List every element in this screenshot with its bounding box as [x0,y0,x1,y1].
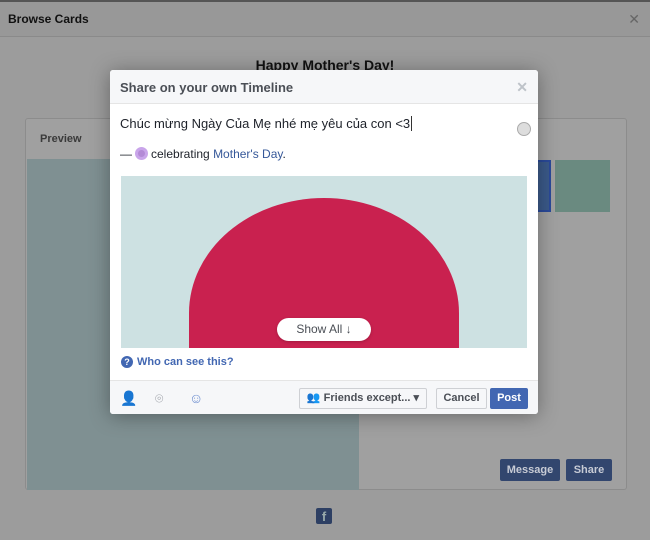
post-text-input[interactable]: Chúc mừng Ngày Của Mẹ nhé mẹ yêu của con… [120,116,413,131]
browse-cards-header: Browse Cards ✕ [0,0,650,37]
close-icon[interactable]: ✕ [516,79,528,96]
flower-icon [135,147,148,160]
who-can-see-text: Who can see this? [137,356,234,368]
card-thumbnail[interactable] [555,160,610,212]
share-dialog: Share on your own Timeline ✕ Chúc mừng N… [110,70,538,414]
preview-label: Preview [40,133,82,145]
close-icon[interactable]: ✕ [628,11,640,28]
post-button[interactable]: Post [490,388,528,409]
audience-label: Friends except... [323,392,411,404]
location-pin-icon[interactable]: ⌾ [155,390,163,407]
dialog-footer: 👤 ⌾ ☺ 👥 Friends except... ▾ Cancel Post [110,380,538,414]
facebook-icon: f [316,508,332,524]
caret-down-icon: ▾ [413,392,420,404]
text-caret [411,116,413,131]
dash: — [120,147,132,161]
question-icon: ? [121,356,133,368]
show-all-button[interactable]: Show All ↓ [277,318,371,341]
audience-selector[interactable]: 👥 Friends except... ▾ [299,388,427,409]
browse-cards-title: Browse Cards [8,12,89,26]
who-can-see-link[interactable]: ? Who can see this? [121,356,234,368]
mothers-day-link[interactable]: Mother's Day [213,147,282,161]
dialog-header: Share on your own Timeline ✕ [110,70,538,104]
share-button[interactable]: Share [566,459,612,481]
card-image: Show All ↓ [121,176,527,348]
feeling-icon[interactable]: ☺ [189,390,203,406]
dialog-title: Share on your own Timeline [120,80,294,95]
emoji-icon[interactable] [517,122,531,136]
tag-friends-icon[interactable]: 👤 [120,390,137,407]
cancel-button[interactable]: Cancel [436,388,487,409]
period: . [282,147,286,161]
post-text: Chúc mừng Ngày Của Mẹ nhé mẹ yêu của con… [120,116,411,131]
celebrating-line: — celebrating Mother's Day. [120,147,286,161]
celebrating-text: celebrating [151,147,210,161]
message-button[interactable]: Message [500,459,560,481]
